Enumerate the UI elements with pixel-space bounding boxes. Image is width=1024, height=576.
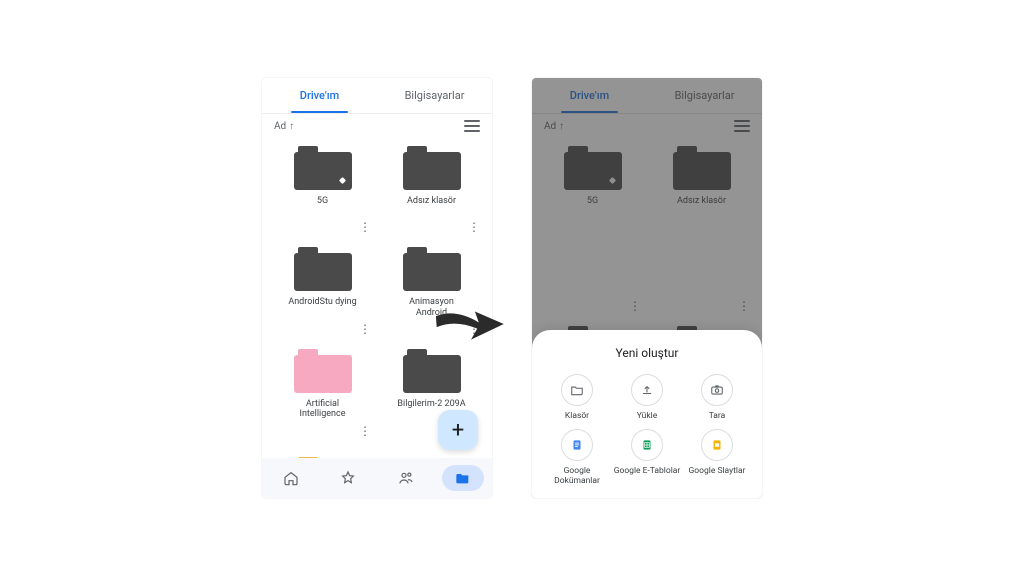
folder-item[interactable]: Artificial Intelligence [268,345,377,443]
more-icon[interactable] [359,425,371,437]
sheet-label: Yükle [637,412,658,421]
camera-icon [701,374,733,406]
folder-item[interactable]: Adsız klasör [377,142,486,239]
folder-item[interactable]: Animasyon Android [377,243,486,341]
folder-outline-icon [561,374,593,406]
folder-name: AndroidStu dying [288,297,356,317]
phone-screen-before: Drive'ım Bilgisayarlar Ad ↑ 5G Adsız kla… [262,78,492,498]
upload-icon [631,374,663,406]
sort-button[interactable]: Ad ↑ [274,121,294,132]
more-icon[interactable] [359,221,371,233]
folder-name: Animasyon Android [396,297,468,318]
fab-create[interactable]: + [438,410,478,450]
sort-arrow-icon: ↑ [289,121,294,132]
folder-icon [294,146,352,190]
folder-icon [294,247,352,291]
bottom-nav [262,458,492,498]
folder-icon [294,349,352,393]
sheet-label: Google E-Tablolar [614,467,681,476]
sheet-label: Tara [709,412,726,421]
nav-files[interactable] [442,465,484,491]
folder-item[interactable]: 5G [268,142,377,239]
sheet-label: Klasör [565,412,589,421]
tab-bar: Drive'ım Bilgisayarlar [262,78,492,114]
folder-item[interactable]: AndroidStu dying [268,243,377,341]
sheet-label: Google Slaytlar [689,467,746,476]
sheet-item-docs[interactable]: Google Dokümanlar [542,429,612,486]
folder-icon [403,247,461,291]
nav-starred[interactable] [327,465,369,491]
view-toggle-icon[interactable] [464,120,480,132]
create-bottom-sheet: Yeni oluştur Klasör Yükle Tara Google Do… [532,330,762,498]
more-icon[interactable] [468,221,480,233]
folder-name: Adsız klasör [407,196,456,216]
sheet-item-upload[interactable]: Yükle [612,374,682,421]
folder-icon [403,146,461,190]
sheet-item-sheets[interactable]: Google E-Tablolar [612,429,682,486]
folder-name: 5G [317,196,328,216]
folder-name: Artificial Intelligence [287,399,359,420]
folder-icon [403,349,461,393]
sheets-icon [631,429,663,461]
sheet-item-folder[interactable]: Klasör [542,374,612,421]
phone-screen-after: Drive'ım Bilgisayarlar Ad ↑ 5G Adsız kla… [532,78,762,498]
sort-label: Ad [274,121,286,132]
tab-computers[interactable]: Bilgisayarlar [377,78,492,113]
nav-shared[interactable] [385,465,427,491]
tab-my-drive[interactable]: Drive'ım [262,78,377,113]
sheet-item-scan[interactable]: Tara [682,374,752,421]
slides-icon [701,429,733,461]
more-icon[interactable] [359,323,371,335]
sheet-item-slides[interactable]: Google Slaytlar [682,429,752,486]
sheet-label: Google Dokümanlar [542,467,612,486]
nav-home[interactable] [270,465,312,491]
docs-icon [561,429,593,461]
sheet-grid: Klasör Yükle Tara Google Dokümanlar Goog… [542,374,752,486]
more-icon[interactable] [468,323,480,335]
sort-bar: Ad ↑ [262,114,492,138]
sheet-title: Yeni oluştur [542,346,752,360]
